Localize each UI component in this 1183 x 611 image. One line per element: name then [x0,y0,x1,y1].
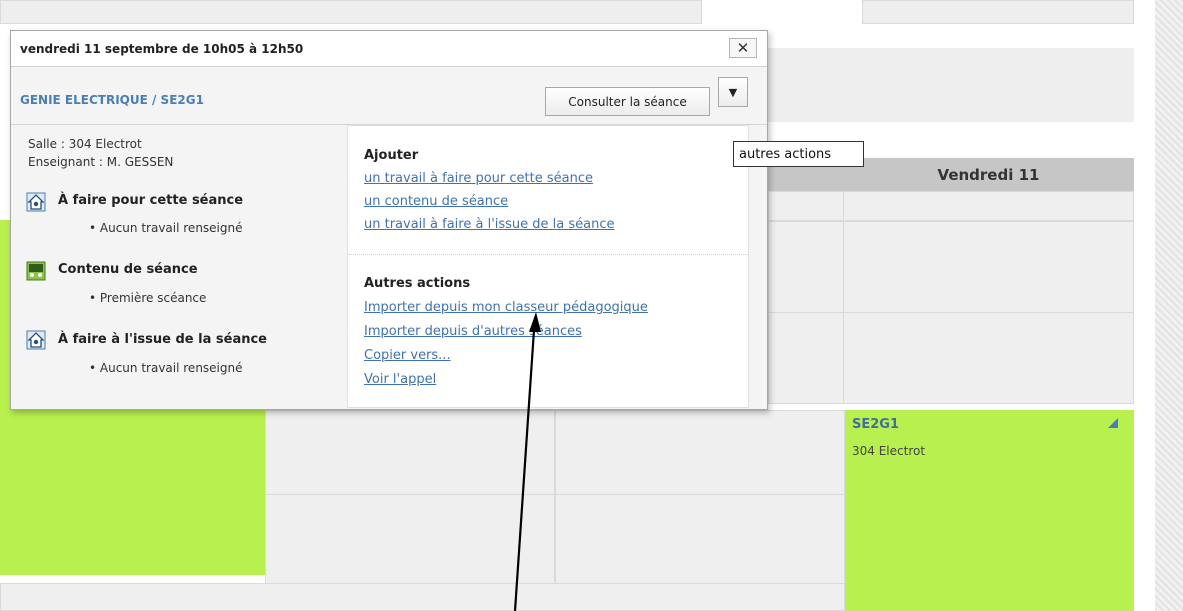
annotation-arrow [513,312,541,611]
